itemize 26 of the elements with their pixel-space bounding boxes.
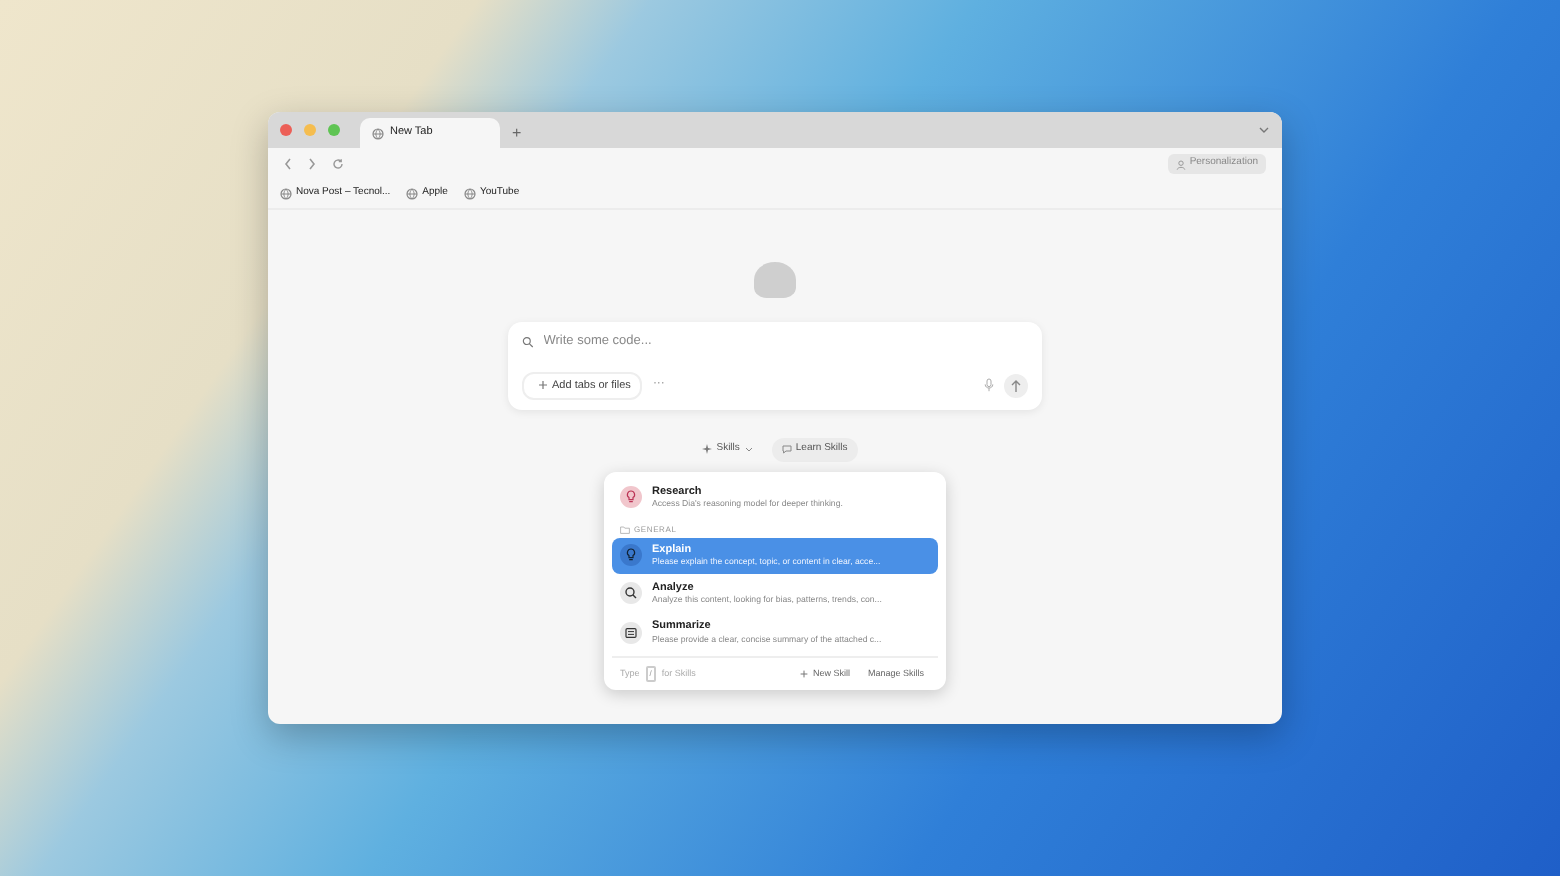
reload-icon[interactable] bbox=[332, 158, 344, 170]
send-button-icon[interactable] bbox=[1004, 373, 1028, 398]
person-icon bbox=[1175, 159, 1186, 169]
avatar-placeholder bbox=[754, 262, 796, 298]
chat-bubble-icon bbox=[781, 444, 792, 455]
magnifier-icon bbox=[620, 582, 642, 605]
globe-icon bbox=[406, 188, 419, 200]
back-icon[interactable] bbox=[284, 158, 292, 170]
close-window-button[interactable] bbox=[280, 124, 292, 136]
lightbulb-icon bbox=[620, 486, 642, 509]
globe-icon bbox=[463, 188, 476, 200]
globe-icon bbox=[280, 188, 292, 200]
zoom-window-button[interactable] bbox=[328, 124, 340, 136]
chevron-down-icon[interactable] bbox=[1258, 124, 1270, 136]
sparkle-icon bbox=[702, 444, 713, 455]
forward-icon[interactable] bbox=[308, 158, 316, 170]
search-icon bbox=[522, 335, 534, 348]
minimize-window-button[interactable] bbox=[304, 124, 316, 136]
document-lines-icon bbox=[620, 621, 642, 644]
plus-icon bbox=[800, 670, 809, 679]
lightbulb-icon bbox=[620, 544, 642, 567]
plus-icon bbox=[538, 380, 548, 391]
globe-icon bbox=[372, 127, 384, 139]
microphone-icon[interactable] bbox=[984, 378, 994, 393]
folder-icon bbox=[620, 525, 630, 534]
new-tab-button[interactable]: + bbox=[512, 126, 522, 142]
